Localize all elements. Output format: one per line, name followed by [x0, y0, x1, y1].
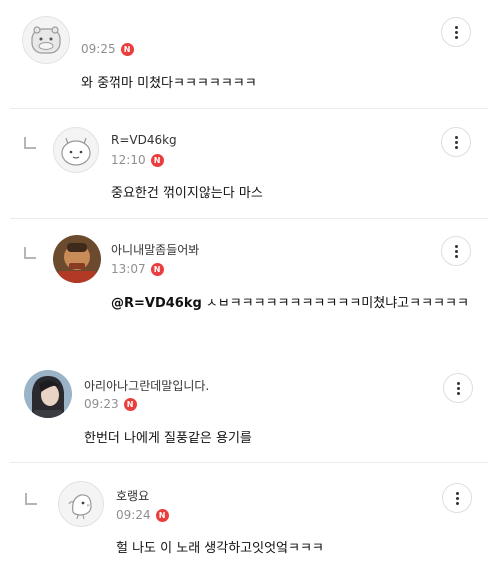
more-dots-icon [454, 135, 458, 139]
new-badge: N [123, 397, 137, 411]
reply-item: 호랭요 09:24 N 헐 나도 이 노래 생각하고잇엇엌ㅋㅋㅋ [0, 463, 498, 574]
avatar[interactable] [53, 127, 99, 173]
more-dots-icon [456, 381, 460, 385]
comment-text: 헐 나도 이 노래 생각하고잇엇엌ㅋㅋㅋ [116, 541, 324, 556]
new-badge: N [120, 42, 134, 56]
more-options-button[interactable] [443, 373, 473, 403]
comment-meta: 12:10 N [111, 153, 164, 167]
more-options-button[interactable] [441, 127, 471, 157]
comment-text: 한번더 나에게 질풍같은 용기를 [84, 431, 252, 446]
comment-author[interactable]: R=VD46kg [111, 133, 177, 147]
reply-item: R=VD46kg 12:10 N 중요한건 꺾이지않는다 마스 [0, 109, 498, 217]
comment-author[interactable]: 아리아나그란데말입니다. [84, 377, 209, 394]
avatar[interactable] [22, 16, 70, 64]
more-options-button[interactable] [441, 17, 471, 47]
photo-avatar-icon [53, 235, 101, 283]
reply-arrow-icon [24, 247, 36, 259]
comment-text: 와 중꺾마 미쳤다ㅋㅋㅋㅋㅋㅋㅋ [81, 76, 257, 91]
reply-arrow-icon [25, 493, 37, 505]
comment-text: @R=VD46kg ㅅㅂㅋㅋㅋㅋㅋㅋㅋㅋㅋㅋㅋ미쳤냐고ㅋㅋㅋㅋㅋ [111, 296, 469, 311]
round-creature-icon [61, 137, 91, 166]
comment-time: 09:25 [81, 42, 116, 56]
comment-time: 13:07 [111, 262, 146, 276]
more-options-button[interactable] [441, 236, 471, 266]
hippo-face-icon [31, 26, 61, 54]
comment-meta: 09:23 N [84, 397, 137, 411]
reply-arrow-icon [24, 137, 36, 149]
avatar[interactable] [24, 370, 72, 418]
comment-text: 중요한건 꺾이지않는다 마스 [111, 186, 263, 201]
comment-meta: 13:07 N [111, 262, 164, 276]
comment-time: 09:23 [84, 397, 119, 411]
comment-time: 12:10 [111, 153, 146, 167]
comment-time: 09:24 [116, 508, 151, 522]
comment-item: 09:25 N 와 중꺾마 미쳤다ㅋㅋㅋㅋㅋㅋㅋ [0, 0, 498, 108]
new-badge: N [155, 508, 169, 522]
avatar[interactable] [58, 481, 104, 527]
mention-link[interactable]: @R=VD46kg [111, 296, 202, 311]
comment-item: 아리아나그란데말입니다. 09:23 N 한번더 나에게 질풍같은 용기를 [0, 351, 498, 461]
comment-meta: 09:24 N [116, 508, 169, 522]
more-dots-icon [455, 491, 459, 495]
bird-icon [68, 494, 92, 520]
comment-author[interactable]: 호랭요 [116, 487, 149, 504]
reply-item: 아니내말좀들어봐 13:07 N @R=VD46kg ㅅㅂㅋㅋㅋㅋㅋㅋㅋㅋㅋㅋㅋ미… [0, 219, 498, 349]
new-badge: N [150, 153, 164, 167]
new-badge: N [150, 262, 164, 276]
comment-meta: 09:25 N [81, 42, 134, 56]
avatar[interactable] [53, 235, 101, 283]
comment-author[interactable]: 아니내말좀들어봐 [111, 241, 199, 258]
more-dots-icon [454, 244, 458, 248]
more-options-button[interactable] [442, 483, 472, 513]
more-dots-icon [454, 25, 458, 29]
photo-avatar-icon [24, 370, 72, 418]
